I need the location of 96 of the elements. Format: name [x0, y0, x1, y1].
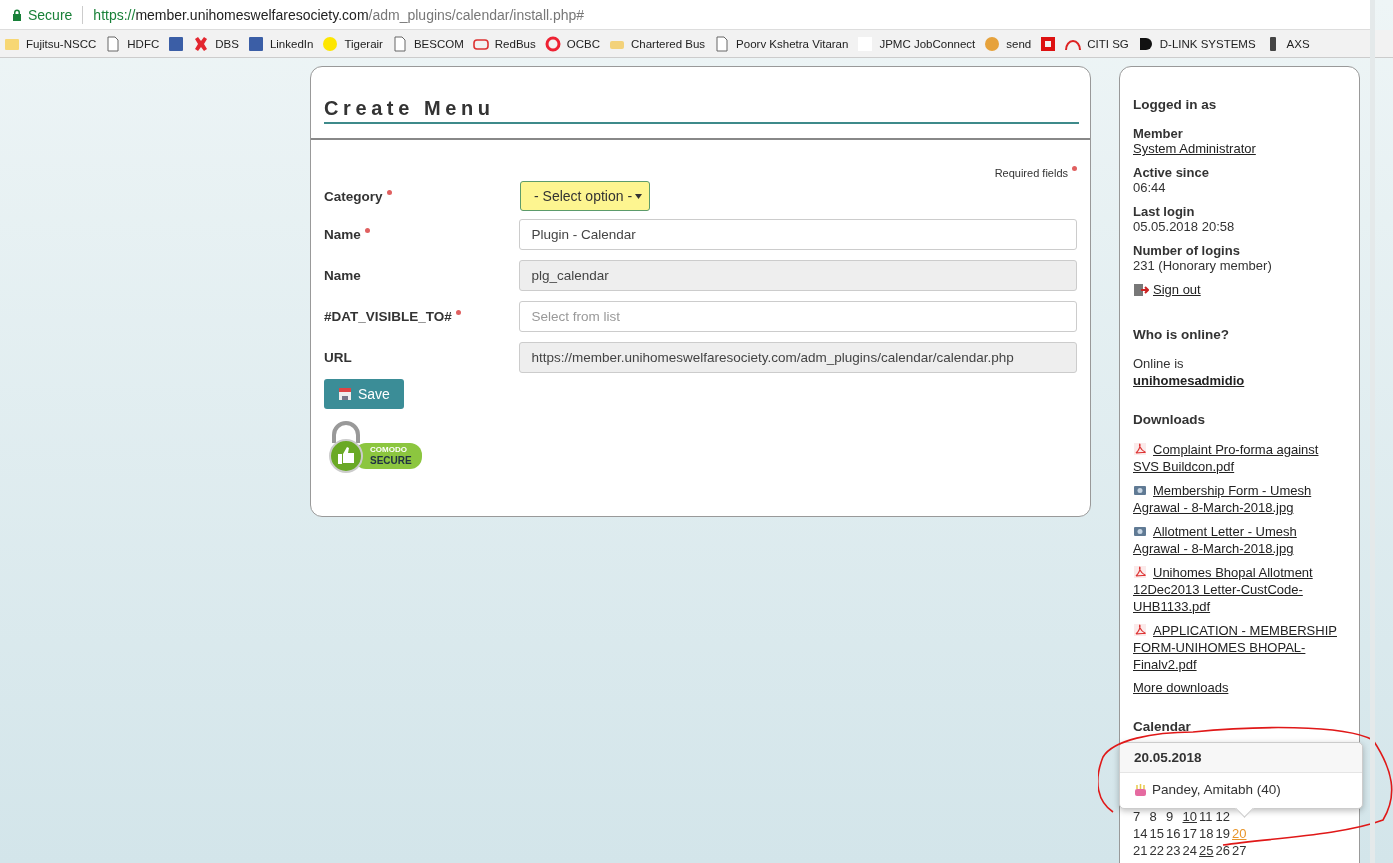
url-text: https://member.unihomeswelfaresociety.com/adm_plugins/calendar/install.php# — [93, 6, 585, 23]
pdf-icon — [1133, 565, 1147, 579]
badge-icon — [984, 35, 1001, 52]
page-icon — [391, 35, 408, 52]
square-icon — [247, 35, 264, 52]
more-downloads-link[interactable]: More downloads — [1133, 680, 1229, 695]
calendar-day: 11 — [1199, 808, 1215, 825]
calendar-day: 27 — [1232, 842, 1248, 859]
bookmark[interactable]: HDFC — [105, 35, 160, 52]
input-field[interactable]: plg_calendar — [519, 260, 1077, 291]
calendar-day: 15 — [1149, 825, 1165, 842]
bookmark[interactable]: LinkedIn — [247, 35, 314, 52]
category-select[interactable]: - Select option - — [520, 181, 650, 211]
calendar-day: 23 — [1166, 842, 1182, 859]
calendar-day: 19 — [1215, 825, 1231, 842]
bookmark[interactable]: OCBC — [544, 35, 600, 52]
save-button[interactable]: Save — [324, 379, 404, 409]
ring-icon — [544, 35, 561, 52]
info-value: 231 (Honorary member) — [1133, 258, 1272, 273]
bookmark[interactable] — [1040, 35, 1057, 52]
section-title: Who is online? — [1133, 327, 1230, 342]
field-label: Name — [324, 268, 362, 283]
bookmark[interactable]: CITI SG — [1065, 35, 1129, 52]
field-label: Name — [324, 227, 520, 242]
download-link[interactable]: Membership Form - Umesh Agrawal - 8-March-2018.jpg — [1133, 482, 1346, 516]
calendar-day: 24 — [1182, 842, 1198, 859]
input-field[interactable]: Plugin - Calendar — [519, 219, 1077, 250]
calendar-day: 21 — [1133, 842, 1149, 859]
calendar-day: 12 — [1215, 808, 1231, 825]
section-title: Logged in as — [1133, 97, 1218, 112]
calendar-day-link[interactable]: 25 — [1199, 842, 1215, 859]
security-seal[interactable]: COMODO SECURE — [324, 421, 424, 473]
calendar-day: 17 — [1182, 825, 1198, 842]
address-bar[interactable]: Secure https://member.unihomeswelfaresociety.com/adm_plugins/calendar/install.php# — [0, 0, 1370, 30]
calendar-day: 16 — [1166, 825, 1182, 842]
input-field[interactable]: Select from list — [519, 301, 1077, 332]
input-field[interactable]: https://member.unihomeswelfaresociety.com/adm_plugins/calendar/calendar.php — [519, 342, 1077, 373]
pdf-icon — [1133, 623, 1147, 637]
calendar-day: 14 — [1133, 825, 1149, 842]
download-link[interactable]: APPLICATION - MEMBERSHIP FORM-UNIHOMES BHOPAL-Finalv2.pdf — [1133, 622, 1346, 673]
cake-icon — [1134, 782, 1147, 797]
page-icon — [714, 35, 731, 52]
bookmark[interactable]: D-LINK SYSTEMS — [1137, 35, 1256, 52]
image-icon — [1133, 524, 1147, 538]
calendar-day: 22 — [1149, 842, 1165, 859]
section-title: Downloads — [1133, 412, 1206, 427]
bookmark[interactable] — [168, 35, 185, 52]
secure-label: Secure — [28, 6, 73, 23]
sign-out-icon — [1133, 282, 1149, 297]
caret-icon — [635, 193, 642, 199]
bookmark[interactable]: BESCOM — [391, 35, 464, 52]
bookmark[interactable]: Poorv Kshetra Vitaran — [714, 35, 849, 52]
sign-out-link[interactable]: Sign out — [1153, 282, 1201, 297]
lock-icon — [12, 8, 22, 21]
calendar-day: 9 — [1166, 808, 1182, 825]
download-link[interactable]: Complaint Pro-forma against SVS Buildcon.pdf — [1133, 441, 1346, 475]
online-text: Online is — [1133, 356, 1184, 371]
bookmark[interactable]: Fujitsu-NSCC — [4, 35, 97, 52]
info-label: Last login — [1133, 204, 1196, 219]
info-value: 06:44 — [1133, 180, 1166, 195]
calendar-day: 26 — [1215, 842, 1231, 859]
download-link[interactable]: Unihomes Bhopal Allotment 12Dec2013 Letter-CustCode-UHB1133.pdf — [1133, 564, 1346, 615]
cross-icon — [193, 35, 210, 52]
popover-date: 20.05.2018 — [1120, 743, 1362, 773]
field-label: #DAT_VISIBLE_TO# — [324, 309, 520, 324]
square-icon — [168, 35, 185, 52]
calendar-day-link[interactable]: 10 — [1182, 808, 1198, 825]
member-link[interactable]: System Administrator — [1133, 141, 1256, 156]
info-label: Active since — [1133, 165, 1210, 180]
required-note: Required fields — [994, 166, 1077, 179]
section-title: Calendar — [1133, 719, 1192, 734]
calendar-day: 7 — [1133, 808, 1149, 825]
floppy-icon — [338, 387, 352, 401]
bookmark[interactable]: Tigerair — [322, 35, 383, 52]
circle-icon — [322, 35, 339, 52]
bookmark[interactable]: Chartered Bus — [608, 35, 706, 52]
field-label: URL — [324, 350, 353, 365]
bookmark[interactable]: DBS — [193, 35, 239, 52]
calendar-day: 18 — [1199, 825, 1215, 842]
bookmark[interactable]: JPMC JobConnect — [857, 35, 976, 52]
logo-icon — [1137, 35, 1154, 52]
field-label: Category — [324, 188, 520, 204]
info-label: Number of logins — [1133, 243, 1241, 258]
calendar-day: 8 — [1149, 808, 1165, 825]
pdf-icon — [1133, 442, 1147, 456]
info-label: Member — [1133, 126, 1184, 141]
page-title: Create Menu — [324, 97, 1079, 124]
bookmark[interactable]: RedBus — [472, 35, 536, 52]
info-value: 05.05.2018 20:58 — [1133, 219, 1235, 234]
bookmark[interactable]: send — [984, 35, 1032, 52]
bookmark[interactable]: AXS — [1264, 35, 1310, 52]
image-icon — [1133, 483, 1147, 497]
popover-entry: Pandey, Amitabh (40) — [1152, 782, 1281, 797]
page-icon — [105, 35, 122, 52]
download-link[interactable]: Allotment Letter - Umesh Agrawal - 8-March-2018.jpg — [1133, 523, 1346, 557]
user-link[interactable]: unihomesadmidio — [1133, 373, 1245, 388]
